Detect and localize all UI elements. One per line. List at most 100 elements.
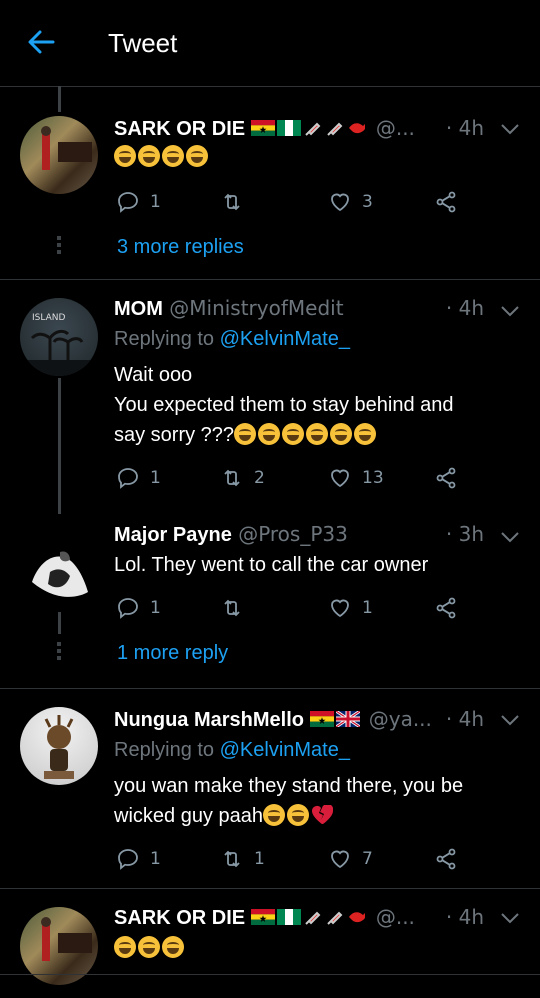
like-button[interactable]: 13 bbox=[328, 464, 384, 492]
like-button[interactable]: 3 bbox=[328, 188, 373, 216]
more-replies-link[interactable]: 3 more replies bbox=[117, 236, 244, 259]
rofl-emoji-icon bbox=[114, 145, 136, 167]
reply-count: 1 bbox=[150, 598, 161, 618]
like-button[interactable]: 1 bbox=[328, 594, 373, 622]
author-name[interactable]: Major Payne bbox=[114, 524, 232, 546]
joy-emoji-icon bbox=[234, 423, 257, 445]
replying-to-handle[interactable]: @KelvinMate_ bbox=[220, 328, 350, 350]
like-button[interactable]: 7 bbox=[328, 845, 373, 873]
arrow-left-icon[interactable] bbox=[26, 27, 56, 57]
uk-flag-icon bbox=[336, 711, 361, 727]
tweet-time: · 4h bbox=[445, 707, 484, 731]
comment-icon bbox=[118, 192, 138, 213]
share-icon bbox=[436, 467, 456, 489]
joy-emoji-icon bbox=[138, 936, 160, 958]
like-count: 1 bbox=[362, 598, 373, 618]
replying-to: Replying to @KelvinMate_ bbox=[114, 328, 350, 351]
avatar[interactable] bbox=[20, 116, 98, 194]
thread-line bbox=[58, 86, 61, 112]
tweet-item[interactable]: SARK OR DIE @... · 4h 1 3 3 more replies bbox=[0, 112, 540, 288]
tweet-actions: 1 3 bbox=[114, 188, 474, 216]
tweet-item[interactable]: Nungua MarshMello @ya... · 4h Replying t… bbox=[0, 689, 540, 889]
share-icon bbox=[436, 191, 456, 213]
rofl-emoji-icon bbox=[162, 145, 184, 167]
thread-dots bbox=[57, 642, 61, 663]
retweet-icon bbox=[224, 469, 240, 487]
retweet-button[interactable] bbox=[220, 188, 254, 216]
ghana-flag-icon bbox=[251, 909, 276, 925]
joy-emoji-icon bbox=[162, 936, 184, 958]
tweet-text: Lol. They went to call the car owner bbox=[114, 550, 516, 580]
red-bird-icon bbox=[349, 912, 366, 923]
tweet-text-line: Lol. They went to call the car owner bbox=[114, 554, 429, 576]
retweet-button[interactable]: 2 bbox=[220, 464, 265, 492]
author-handle: @MinistryofMedit bbox=[169, 296, 344, 320]
tweet-text: you wan make they stand there, you be wi… bbox=[114, 771, 516, 831]
retweet-button[interactable]: 1 bbox=[220, 845, 265, 873]
author-name[interactable]: SARK OR DIE bbox=[114, 907, 245, 929]
avatar[interactable]: ISLAND bbox=[20, 298, 98, 376]
share-button[interactable] bbox=[434, 845, 458, 873]
share-button[interactable] bbox=[434, 464, 458, 492]
reply-button[interactable]: 1 bbox=[116, 464, 161, 492]
tweet-time: · 4h bbox=[445, 116, 484, 140]
retweet-button[interactable] bbox=[220, 594, 254, 622]
tweet-text: Wait ooo You expected them to stay behin… bbox=[114, 360, 516, 450]
tweet-time: · 3h bbox=[445, 522, 484, 546]
tweet-item[interactable]: SARK OR DIE @... · 4h bbox=[0, 889, 540, 998]
joy-emoji-icon bbox=[114, 936, 136, 958]
like-count: 3 bbox=[362, 192, 373, 212]
replying-to-handle[interactable]: @KelvinMate_ bbox=[220, 739, 350, 761]
joy-emoji-icon bbox=[262, 804, 285, 826]
syringe-icon bbox=[327, 122, 343, 136]
divider bbox=[0, 974, 540, 975]
thread-line bbox=[58, 612, 61, 634]
author-handle: @... bbox=[375, 905, 415, 929]
replying-to: Replying to @KelvinMate_ bbox=[114, 739, 350, 762]
avatar[interactable] bbox=[20, 707, 98, 785]
chevron-down-icon[interactable] bbox=[500, 122, 520, 136]
share-button[interactable] bbox=[434, 188, 458, 216]
author-name[interactable]: Nungua MarshMello bbox=[114, 709, 304, 731]
tweet-time: · 4h bbox=[445, 296, 484, 320]
tweet-item[interactable]: ISLAND MOM @MinistryofMedit · 4h Replyin… bbox=[0, 280, 540, 510]
thread-dots bbox=[57, 236, 61, 257]
tweet-text-line: say sorry ??? bbox=[114, 424, 235, 446]
share-icon bbox=[436, 597, 456, 619]
avatar[interactable] bbox=[20, 532, 98, 610]
tweet-text-line: you wan make they stand there, you be bbox=[114, 775, 464, 797]
retweet-icon bbox=[224, 193, 240, 211]
share-icon bbox=[436, 848, 456, 870]
tweet-text-line: Wait ooo bbox=[114, 364, 193, 386]
reply-count: 1 bbox=[150, 849, 161, 869]
reply-button[interactable]: 1 bbox=[116, 845, 161, 873]
nigeria-flag-icon bbox=[277, 120, 302, 136]
joy-emoji-icon bbox=[330, 423, 353, 445]
joy-emoji-icon bbox=[306, 423, 329, 445]
chevron-down-icon[interactable] bbox=[500, 713, 520, 727]
reply-count: 1 bbox=[150, 192, 161, 212]
ghana-flag-icon bbox=[310, 711, 335, 727]
share-button[interactable] bbox=[434, 594, 458, 622]
tweet-item[interactable]: Major Payne @Pros_P33 · 3h Lol. They wen… bbox=[0, 514, 540, 684]
tweet-actions: 1 2 13 bbox=[114, 464, 474, 492]
author-name[interactable]: SARK OR DIE bbox=[114, 118, 245, 140]
syringe-icon bbox=[305, 911, 321, 925]
chevron-down-icon[interactable] bbox=[500, 304, 520, 318]
chevron-down-icon[interactable] bbox=[500, 530, 520, 544]
broken-heart-icon bbox=[311, 805, 333, 824]
rofl-emoji-icon bbox=[138, 145, 160, 167]
reply-button[interactable]: 1 bbox=[116, 594, 161, 622]
author-handle: @... bbox=[375, 116, 415, 140]
chevron-down-icon[interactable] bbox=[500, 911, 520, 925]
nigeria-flag-icon bbox=[277, 909, 302, 925]
replying-to-label: Replying to bbox=[114, 328, 215, 350]
heart-icon bbox=[331, 469, 349, 488]
author-name[interactable]: MOM bbox=[114, 298, 163, 320]
tweet-text-line: You expected them to stay behind and bbox=[114, 394, 454, 416]
more-replies-link[interactable]: 1 more reply bbox=[117, 642, 228, 665]
page-title: Tweet bbox=[108, 28, 178, 58]
reply-button[interactable]: 1 bbox=[116, 188, 161, 216]
author-handle: @ya... bbox=[368, 707, 432, 731]
top-bar: Tweet bbox=[0, 0, 540, 87]
